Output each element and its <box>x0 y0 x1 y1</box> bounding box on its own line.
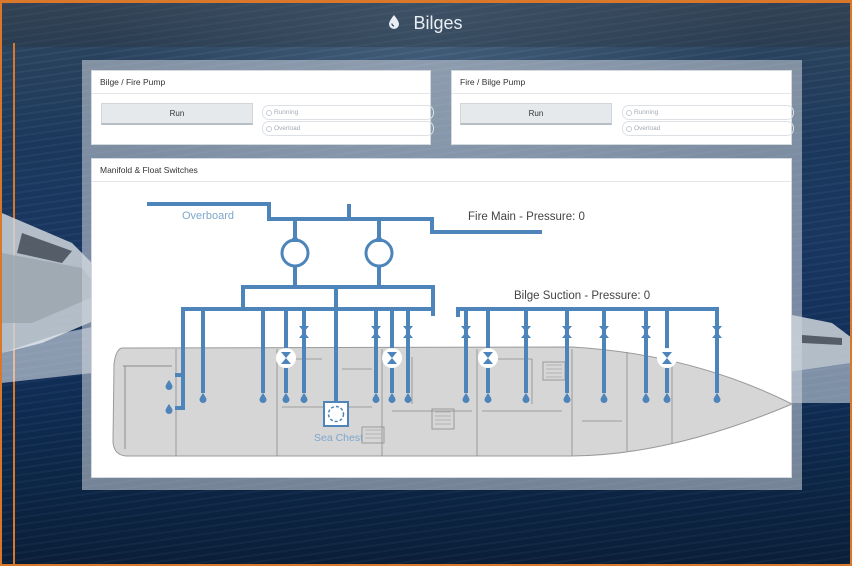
bilge-fire-pump-card: Bilge / Fire Pump Run Running Overload <box>91 70 434 145</box>
card-title: Bilge / Fire Pump <box>100 77 166 87</box>
bilge-suction-pressure-label: Bilge Suction - Pressure: 0 <box>514 290 650 302</box>
page-title: Bilges <box>2 12 850 34</box>
status-dot <box>626 110 632 116</box>
manifold-card: Manifold & Float Switches Overboard Fire… <box>91 158 793 478</box>
fire-main-pressure-label: Fire Main - Pressure: 0 <box>468 211 585 223</box>
pump-1-icon[interactable] <box>280 234 310 268</box>
pump-2-icon[interactable] <box>364 234 394 268</box>
card-title: Fire / Bilge Pump <box>460 77 526 87</box>
manifold-diagram: Overboard Fire Main - Pressure: 0 Bilge … <box>112 202 793 457</box>
card-title: Manifold & Float Switches <box>100 165 198 175</box>
drop-icon <box>389 13 400 34</box>
run-button-bilge-fire[interactable]: Run <box>101 103 253 125</box>
run-button-fire-bilge[interactable]: Run <box>460 103 612 125</box>
running-indicator: Running <box>262 105 434 120</box>
divider <box>92 93 430 94</box>
sea-chest-icon[interactable] <box>323 401 349 427</box>
manifold-valves[interactable] <box>299 326 722 338</box>
status-dot <box>626 126 632 132</box>
overload-indicator: Overload <box>262 121 434 136</box>
running-indicator: Running <box>622 105 794 120</box>
divider <box>452 93 791 94</box>
overload-indicator: Overload <box>622 121 794 136</box>
hull-outline <box>112 346 793 457</box>
fire-bilge-pump-card: Fire / Bilge Pump Run Running Overload <box>451 70 794 145</box>
sea-chest-label: Sea Chest <box>314 432 363 444</box>
status-dot <box>266 110 272 116</box>
app-frame: Bilges Bilge / Fire Pump Run Running Ove… <box>0 0 852 566</box>
overboard-label: Overboard <box>182 210 234 222</box>
page-title-text: Bilges <box>413 12 463 33</box>
status-dot <box>266 126 272 132</box>
